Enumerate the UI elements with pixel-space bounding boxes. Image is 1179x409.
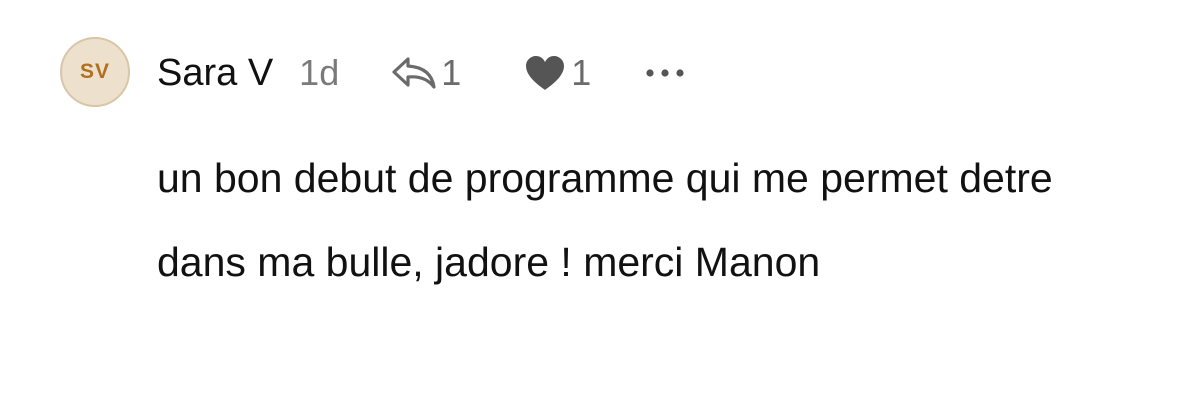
author-name[interactable]: Sara V — [157, 52, 273, 95]
reply-count: 1 — [441, 52, 462, 93]
comment-text: un bon debut de programme qui me permet … — [157, 155, 1053, 285]
reply-button[interactable]: 1 — [391, 52, 461, 94]
more-dots-icon — [645, 68, 685, 78]
comment: SV Sara V 1d 1 1 un bon debut de program… — [0, 0, 1179, 409]
avatar[interactable]: SV — [60, 37, 130, 107]
reply-arrow-icon — [391, 56, 437, 90]
like-button[interactable]: 1 — [523, 52, 591, 94]
avatar-initials: SV — [79, 60, 110, 83]
timestamp: 1d — [299, 52, 340, 93]
more-options-button[interactable] — [645, 68, 685, 78]
heart-icon — [523, 54, 567, 92]
comment-meta: Sara V 1d 1 1 — [157, 45, 685, 101]
like-count: 1 — [571, 52, 592, 93]
